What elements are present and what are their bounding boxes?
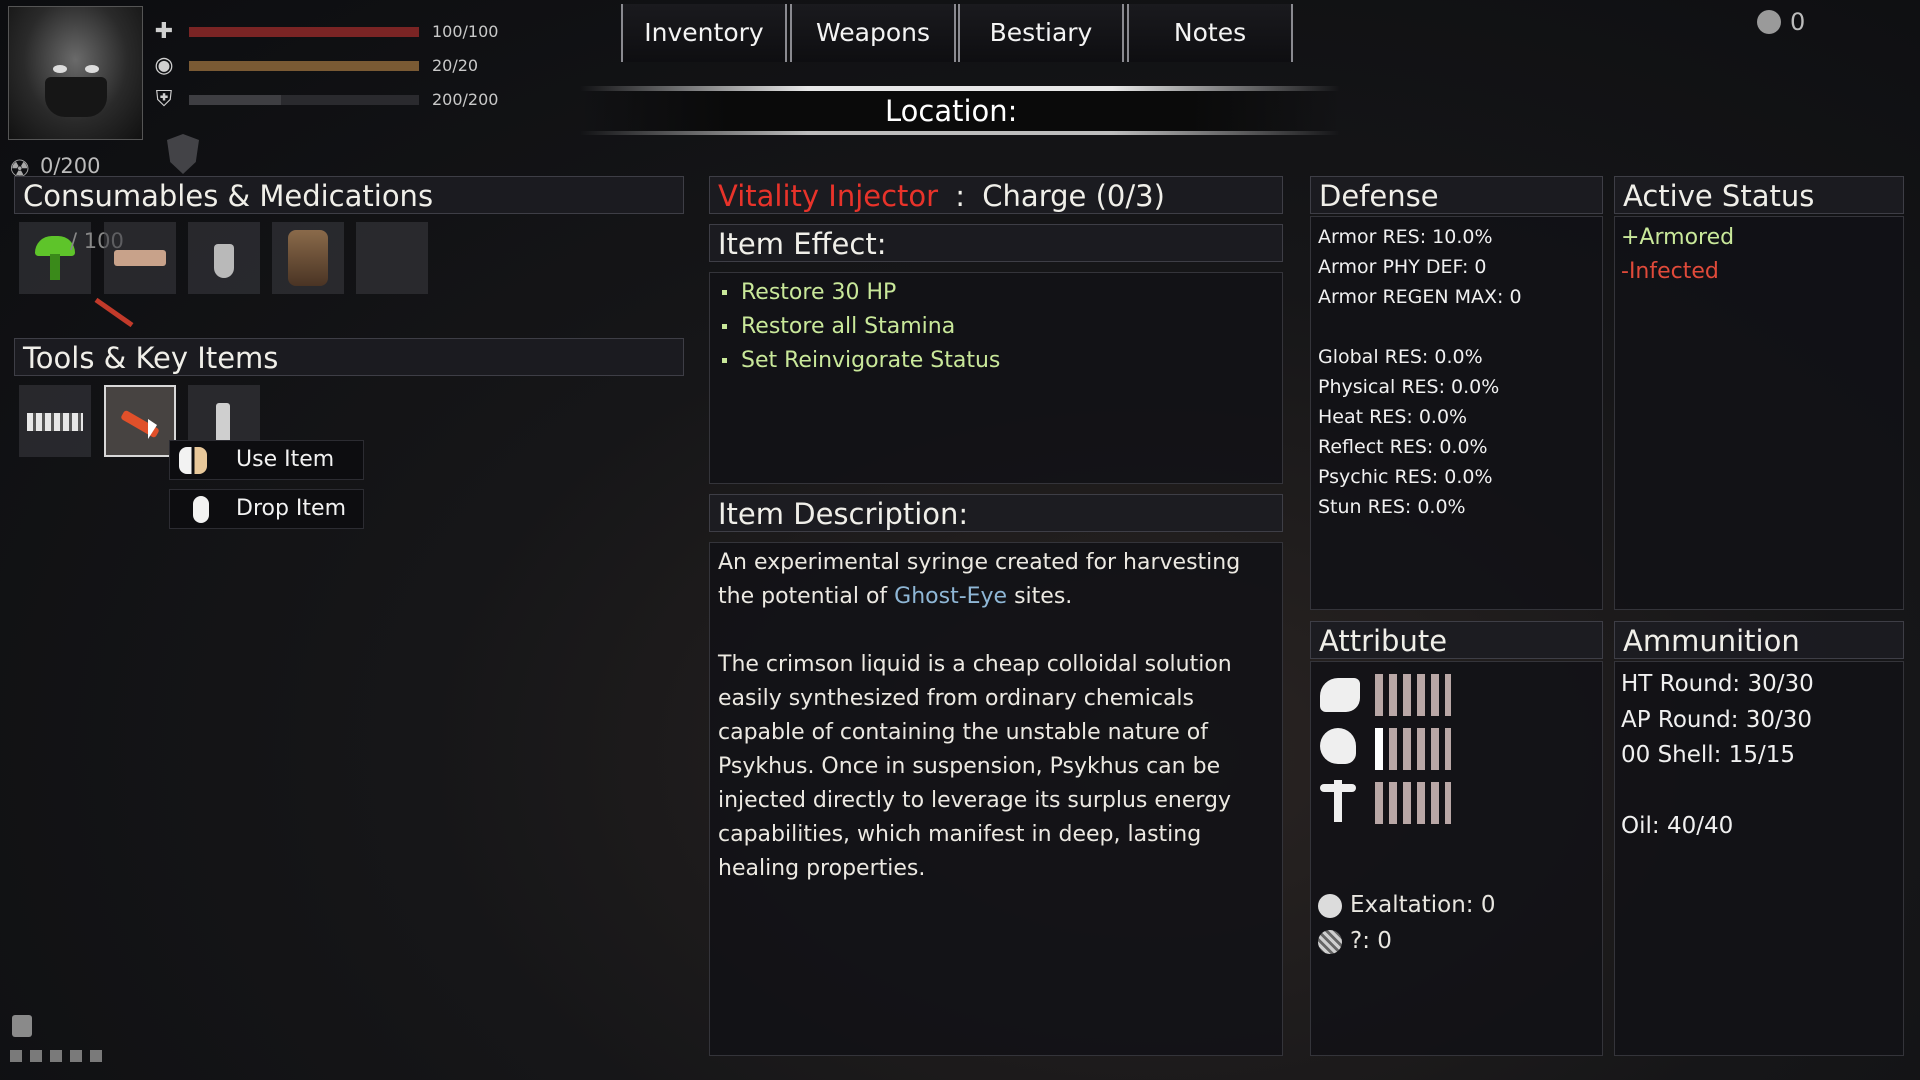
consumable-slot-flask[interactable] (188, 222, 260, 294)
quickbar-pips (10, 1050, 102, 1062)
item-description-p2: The crimson liquid is a cheap colloidal … (718, 652, 1232, 881)
item-title-bar: Vitality Injector : Charge (0/3) (709, 176, 1283, 214)
stat-bar-fill-3 (189, 95, 281, 105)
effect-line-1: Restore 30 HP (741, 280, 897, 305)
player-portrait (8, 6, 143, 140)
stat-bar-fill-1 (189, 27, 419, 37)
consumables-header: Consumables & Medications (14, 176, 684, 214)
defense-stat-armor-phy-def: Armor PHY DEF: 0 (1318, 256, 1487, 278)
flask-icon (214, 244, 234, 278)
attribute-header: Attribute (1310, 621, 1603, 659)
effect-line-2: Restore all Stamina (741, 314, 956, 339)
defense-res-reflect: Reflect RES: 0.0% (1318, 436, 1488, 458)
exaltation-value: Exaltation: 0 (1350, 892, 1496, 918)
defense-stat-armor-res: Armor RES: 10.0% (1318, 226, 1493, 248)
strength-arm-icon (1320, 678, 1360, 712)
defense-res-physical: Physical RES: 0.0% (1318, 376, 1500, 398)
tool-slot-syringe-selected[interactable] (104, 385, 176, 457)
effect-bullet-1 (722, 290, 727, 295)
health-cross-icon: ✚ (154, 19, 174, 44)
mushroom-icon (35, 236, 75, 256)
backpack-icon (12, 1015, 32, 1037)
gloves-icon (27, 413, 83, 431)
effect-bullet-2 (722, 324, 727, 329)
cursor-icon (148, 419, 157, 439)
status-infected: -Infected (1621, 259, 1719, 284)
tab-bestiary[interactable]: Bestiary (958, 4, 1124, 62)
unknown-value: ?: 0 (1350, 928, 1392, 954)
stat-bar-2 (189, 61, 419, 71)
location-divider-bottom (580, 131, 1340, 135)
use-item-label: Use Item (236, 447, 335, 472)
active-status-header: Active Status (1614, 176, 1904, 214)
tool-slot-gloves[interactable] (19, 385, 91, 457)
defense-header: Defense (1310, 176, 1603, 214)
mouse-icon (193, 496, 209, 523)
consumable-slot-empty[interactable] (356, 222, 428, 294)
tools-header: Tools & Key Items (14, 338, 684, 376)
jar-icon (288, 230, 328, 286)
strength-meter (1375, 674, 1451, 716)
tab-notes[interactable]: Notes (1127, 4, 1293, 62)
item-name: Vitality Injector (718, 179, 939, 213)
mind-meter (1375, 728, 1451, 770)
eye-icon: ◉ (154, 53, 174, 78)
tab-weapons[interactable]: Weapons (790, 4, 956, 62)
tab-inventory[interactable]: Inventory (621, 4, 787, 62)
stat-bar-value-1: 100/100 (432, 22, 499, 41)
skull-icon (1757, 10, 1781, 34)
stat-bar-value-2: 20/20 (432, 56, 479, 75)
caduceus-wings (1320, 784, 1356, 792)
exaltation-skull-icon (1318, 894, 1342, 918)
ammunition-header: Ammunition (1614, 621, 1904, 659)
defense-res-psychic: Psychic RES: 0.0% (1318, 466, 1493, 488)
ammo-oil: Oil: 40/40 (1621, 813, 1734, 839)
defense-stat-armor-regen-max: Armor REGEN MAX: 0 (1318, 286, 1522, 308)
stat-bar-3 (189, 95, 419, 105)
bandage-icon (114, 250, 166, 266)
stat-bar-fill-2 (189, 61, 419, 71)
ammo-ht-round: HT Round: 30/30 (1621, 671, 1814, 697)
skull-counter: 0 (1790, 8, 1806, 36)
ammo-00-shell: 00 Shell: 15/15 (1621, 742, 1796, 768)
item-effect-header: Item Effect: (709, 224, 1283, 262)
radiation-value: 0/200 (40, 154, 101, 178)
attribute-panel (1310, 661, 1603, 1056)
item-charge: Charge (0/3) (982, 179, 1165, 213)
consumable-slot-bandage[interactable] (104, 222, 176, 294)
armor-badge-icon (167, 134, 199, 174)
lighter-icon (216, 403, 230, 443)
location-label: Location: (885, 94, 1018, 128)
status-armored: +Armored (1621, 225, 1735, 250)
ghost-eye-link: Ghost-Eye (894, 584, 1008, 609)
shield-icon: ⛨ (155, 87, 173, 112)
unknown-orb-icon (1318, 930, 1342, 954)
item-description-p1: An experimental syringe created for harv… (718, 546, 1278, 614)
effect-bullet-3 (722, 358, 727, 363)
vitality-meter (1375, 782, 1451, 824)
defense-res-global: Global RES: 0.0% (1318, 346, 1483, 368)
drop-item-label: Drop Item (236, 496, 346, 521)
dropped-syringe-icon (94, 297, 134, 328)
item-description-header: Item Description: (709, 494, 1283, 532)
effect-line-3: Set Reinvigorate Status (741, 348, 1001, 373)
consumable-slot-jar[interactable] (272, 222, 344, 294)
defense-res-heat: Heat RES: 0.0% (1318, 406, 1468, 428)
mouse-both-buttons-icon (179, 447, 207, 474)
defense-res-stun: Stun RES: 0.0% (1318, 496, 1466, 518)
stat-bar-1 (189, 27, 419, 37)
drop-item-button[interactable]: Drop Item (169, 489, 364, 529)
brain-icon (1320, 728, 1356, 764)
item-separator: : (955, 179, 966, 213)
desc-p1-after: sites. (1007, 584, 1073, 609)
stat-bar-value-3: 200/200 (432, 90, 499, 109)
ammo-ap-round: AP Round: 30/30 (1621, 707, 1813, 733)
use-item-button[interactable]: Use Item (169, 440, 364, 480)
